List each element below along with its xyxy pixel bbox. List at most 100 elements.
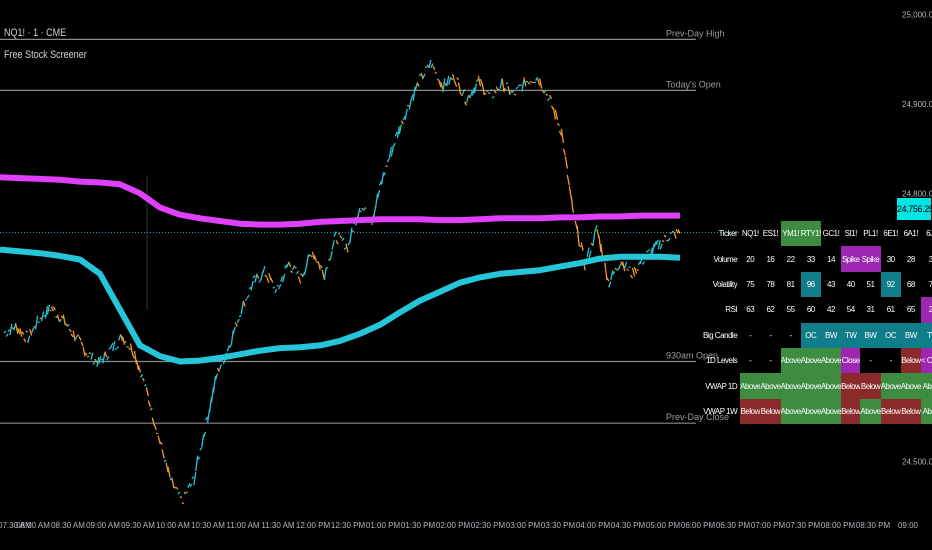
price-segment: [351, 230, 355, 233]
price-segment: [167, 466, 171, 478]
x-tick-label: 06:00 PM: [681, 521, 716, 530]
screener-cell: 96: [800, 271, 821, 298]
price-segment: [114, 348, 117, 351]
price-segment: [189, 483, 193, 488]
price-segment: [604, 262, 608, 281]
price-segment: [25, 330, 29, 333]
price-segment: [66, 323, 70, 327]
screener-cell: 30: [920, 246, 932, 272]
price-segment: [34, 315, 39, 330]
price-segment: [673, 231, 677, 239]
price-segment: [418, 74, 422, 77]
symbol-title[interactable]: NQ1! · 1 · CME: [4, 27, 66, 39]
price-segment: [270, 277, 274, 283]
screener-cell: Above: [920, 373, 932, 399]
screener-indicator-label[interactable]: Free Stock Screener: [4, 49, 87, 61]
price-segment: [64, 323, 68, 327]
price-segment: [5, 333, 9, 338]
price-segment: [392, 142, 396, 147]
price-segment: [539, 78, 543, 89]
screener-cell: 6A1!: [900, 221, 921, 247]
price-segment: [616, 268, 620, 271]
level-label-0: Prev-Day High: [666, 28, 725, 38]
price-segment: [181, 502, 185, 505]
price-segment: [475, 78, 479, 83]
price-segment: [636, 268, 639, 272]
screener-cell: YM1!: [780, 221, 801, 247]
price-segment: [21, 331, 25, 335]
price-segment: [23, 338, 27, 343]
price-segment: [3, 330, 7, 334]
price-segment: [62, 314, 66, 326]
price-segment: [191, 476, 195, 480]
price-segment: [667, 237, 671, 242]
price-segment: [661, 240, 665, 243]
price-segment: [238, 314, 242, 318]
screener-cell: BW: [860, 322, 881, 348]
price-segment: [212, 375, 217, 393]
price-segment: [291, 265, 296, 270]
price-segment: [147, 400, 151, 407]
price-segment: [331, 240, 335, 250]
screener-cell: Above: [760, 373, 781, 399]
price-segment: [646, 250, 649, 253]
time-axis[interactable]: 07:30 AM08:00 AM 08:30 AM 09:00 AM 09:30 AM…: [0, 521, 919, 530]
x-tick-label: 08:30 AM: [51, 521, 85, 530]
price-segment: [31, 327, 35, 333]
price-segment: [341, 237, 345, 242]
price-segment: [380, 172, 385, 185]
price-segment: [175, 486, 179, 490]
price-segment: [264, 274, 268, 278]
price-segment: [72, 330, 76, 342]
level-label-1: Today's Open: [666, 79, 721, 89]
price-segment: [131, 353, 136, 360]
price-segment: [566, 174, 570, 186]
price-segment: [592, 230, 596, 246]
price-segment: [44, 305, 49, 319]
screener-cell: Above: [800, 398, 821, 425]
screener-cell: 78: [920, 271, 932, 298]
x-tick-label: 08:00 PM: [821, 521, 856, 530]
price-segment: [205, 416, 209, 421]
price-segment: [323, 267, 327, 281]
screener-cell: Below: [880, 398, 901, 425]
price-segment: [145, 387, 149, 396]
vwap-bands: [0, 174, 681, 365]
price-segment: [326, 266, 329, 269]
price-segment: [296, 270, 300, 275]
screener-cell: Below: [841, 398, 861, 425]
y-tick-label: 24,800.00: [902, 189, 932, 198]
price-segment: [321, 270, 325, 280]
price-segment: [448, 76, 452, 85]
price-segment: [92, 361, 96, 365]
screener-cell: Above: [780, 398, 801, 425]
price-segment: [394, 131, 398, 137]
price-segment: [272, 286, 275, 289]
screener-row-label: VWAP 1W: [703, 406, 738, 416]
price-segment: [236, 318, 240, 324]
screener-cell: Above: [820, 347, 842, 374]
x-tick-label: 09:00 AM: [86, 521, 120, 530]
price-segment: [141, 377, 145, 382]
price-segment: [374, 193, 379, 208]
price-segment: [404, 108, 408, 120]
price-segment: [495, 86, 499, 91]
price-segment: [112, 341, 116, 352]
screener-cell: Above: [740, 373, 761, 399]
screener-cell: Below: [860, 373, 881, 399]
screener-cell: Spike: [860, 246, 881, 272]
price-segment: [286, 262, 290, 268]
price-segment: [232, 326, 236, 335]
price-segment: [477, 75, 482, 87]
x-tick-label: 08:00 AM: [16, 521, 50, 530]
vwap-lower-line: [0, 246, 681, 365]
price-segment: [88, 352, 92, 355]
screener-cell: Above: [800, 373, 821, 399]
screener-cell: 6E1!: [880, 221, 901, 247]
price-segment: [208, 396, 213, 413]
price-segment: [58, 318, 62, 323]
price-segment: [163, 459, 167, 463]
screener-cell: 40: [841, 271, 861, 298]
screener-row-label: Volatility: [712, 279, 738, 289]
price-segment: [622, 261, 626, 272]
